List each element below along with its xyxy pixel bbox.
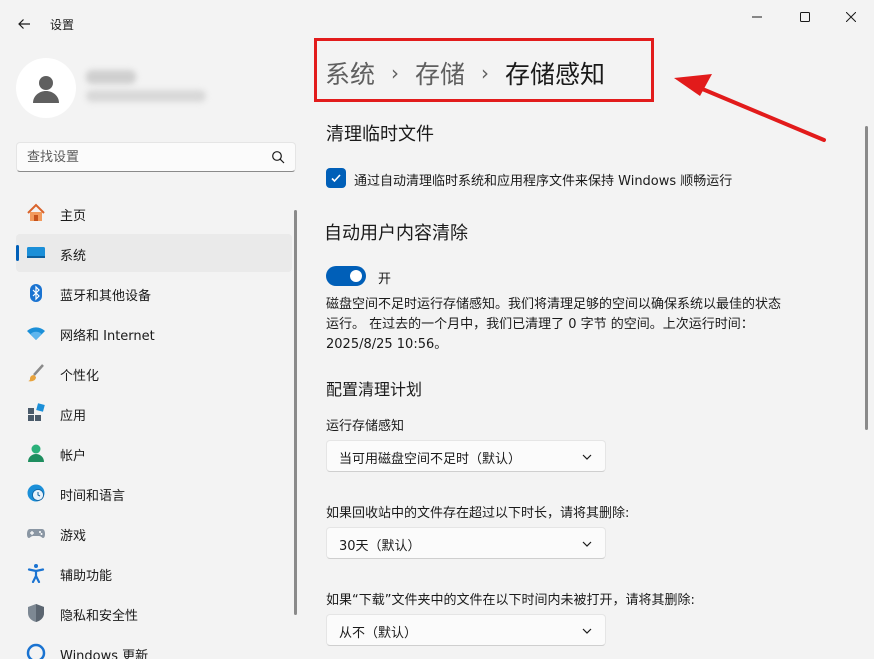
dropdown-value: 30天（默认） xyxy=(339,539,421,554)
close-icon xyxy=(846,12,856,22)
toggle-knob xyxy=(350,270,362,282)
shield-icon xyxy=(26,603,46,623)
person-icon xyxy=(33,76,59,103)
checkmark-icon xyxy=(331,174,341,183)
dropdown-value: 当可用磁盘空间不足时（默认） xyxy=(339,452,522,467)
home-icon xyxy=(26,203,46,223)
sidebar-item-label: 时间和语言 xyxy=(60,489,126,504)
sidebar-item-bluetooth[interactable]: 蓝牙和其他设备 xyxy=(16,274,292,312)
bluetooth-icon xyxy=(26,283,46,303)
system-display-icon xyxy=(26,243,46,263)
breadcrumb: 系统 › 存储 › 存储感知 xyxy=(325,55,605,91)
sidebar-item-label: 个性化 xyxy=(60,369,100,384)
downloads-label: 如果“下载”文件夹中的文件在以下时间内未被打开，请将其删除: xyxy=(326,593,695,608)
breadcrumb-separator: › xyxy=(391,61,400,85)
temp-files-checkbox-label: 通过自动清理临时系统和应用程序文件来保持 Windows 顺畅运行 xyxy=(354,174,733,189)
section-title-temp-files: 清理临时文件 xyxy=(326,124,434,145)
page-title: 存储感知 xyxy=(505,60,606,89)
search-icon[interactable] xyxy=(271,150,285,164)
sidebar-item-gaming[interactable]: 游戏 xyxy=(16,514,292,552)
sidebar-item-label: 游戏 xyxy=(60,529,87,544)
recycle-bin-label: 如果回收站中的文件存在超过以下时长，请将其删除: xyxy=(326,506,630,521)
close-button[interactable] xyxy=(828,6,874,28)
apps-icon xyxy=(26,403,46,423)
sidebar-item-windows-update[interactable]: Windows 更新 xyxy=(16,634,292,659)
breadcrumb-item-system[interactable]: 系统 xyxy=(325,55,375,91)
sidebar-item-label: 主页 xyxy=(60,209,87,224)
downloads-dropdown[interactable]: 从不（默认） xyxy=(326,614,606,646)
account-icon xyxy=(26,443,46,463)
sidebar-item-label: 隐私和安全性 xyxy=(60,609,139,624)
minimize-icon xyxy=(752,16,762,18)
back-arrow-icon xyxy=(18,19,30,29)
sidebar-item-personalization[interactable]: 个性化 xyxy=(16,354,292,392)
maximize-icon xyxy=(800,12,810,22)
sidebar-item-label: 网络和 Internet xyxy=(60,329,155,344)
annotation-arrow-icon xyxy=(674,74,826,142)
sidebar-item-label: 蓝牙和其他设备 xyxy=(60,289,152,304)
search-input[interactable] xyxy=(27,143,257,171)
maximize-button[interactable] xyxy=(782,6,828,28)
sidebar-item-label: 辅助功能 xyxy=(60,569,113,584)
wifi-icon xyxy=(26,323,46,343)
chevron-down-icon xyxy=(582,541,592,547)
update-icon xyxy=(26,643,46,659)
chevron-down-icon xyxy=(582,454,592,460)
sidebar-item-accounts[interactable]: 帐户 xyxy=(16,434,292,472)
auto-cleanup-description: 磁盘空间不足时运行存储感知。我们将清理足够的空间以确保系统以最佳的状态运行。 在… xyxy=(326,297,782,352)
sidebar-item-home[interactable]: 主页 xyxy=(16,194,292,232)
breadcrumb-separator: › xyxy=(481,61,490,85)
accessibility-icon xyxy=(26,563,46,583)
sidebar-scrollbar[interactable] xyxy=(294,210,297,615)
sidebar-nav: 主页 系统 蓝牙和其他设备 网络和 Internet 个性化 应用 帐户 时间和… xyxy=(16,194,292,659)
toggle-state-label: 开 xyxy=(378,272,392,287)
sidebar-item-apps[interactable]: 应用 xyxy=(16,394,292,432)
sidebar-item-label: 帐户 xyxy=(60,449,87,464)
back-button[interactable] xyxy=(10,10,38,38)
storage-sense-toggle[interactable] xyxy=(326,266,366,286)
avatar xyxy=(16,58,76,118)
sidebar-item-label: Windows 更新 xyxy=(60,649,149,659)
user-profile[interactable] xyxy=(16,58,296,118)
run-storage-sense-label: 运行存储感知 xyxy=(326,419,405,434)
chevron-down-icon xyxy=(582,628,592,634)
content-scrollbar[interactable] xyxy=(865,126,868,430)
recycle-bin-dropdown[interactable]: 30天（默认） xyxy=(326,527,606,559)
search-box[interactable] xyxy=(16,142,296,172)
sidebar-item-privacy-security[interactable]: 隐私和安全性 xyxy=(16,594,292,632)
sidebar-item-system[interactable]: 系统 xyxy=(16,234,292,272)
blurred-user-email xyxy=(86,90,206,102)
sidebar-item-label: 应用 xyxy=(60,409,87,424)
section-title-auto-cleanup: 自动用户内容清除 xyxy=(324,223,468,244)
breadcrumb-highlight-box: 系统 › 存储 › 存储感知 xyxy=(314,38,654,102)
breadcrumb-item-storage[interactable]: 存储 xyxy=(415,55,465,91)
sidebar-item-time-language[interactable]: 时间和语言 xyxy=(16,474,292,512)
dropdown-value: 从不（默认） xyxy=(339,626,418,641)
run-storage-sense-dropdown[interactable]: 当可用磁盘空间不足时（默认） xyxy=(326,440,606,472)
clock-globe-icon xyxy=(26,483,46,503)
sidebar-item-label: 系统 xyxy=(60,249,87,264)
brush-icon xyxy=(26,363,46,383)
app-title: 设置 xyxy=(50,18,75,32)
blurred-user-name xyxy=(86,70,136,84)
sidebar-item-accessibility[interactable]: 辅助功能 xyxy=(16,554,292,592)
section-title-schedule: 配置清理计划 xyxy=(326,380,423,399)
gamepad-icon xyxy=(26,523,46,543)
temp-files-checkbox[interactable] xyxy=(326,168,346,188)
sidebar-item-network[interactable]: 网络和 Internet xyxy=(16,314,292,352)
minimize-button[interactable] xyxy=(734,6,780,28)
